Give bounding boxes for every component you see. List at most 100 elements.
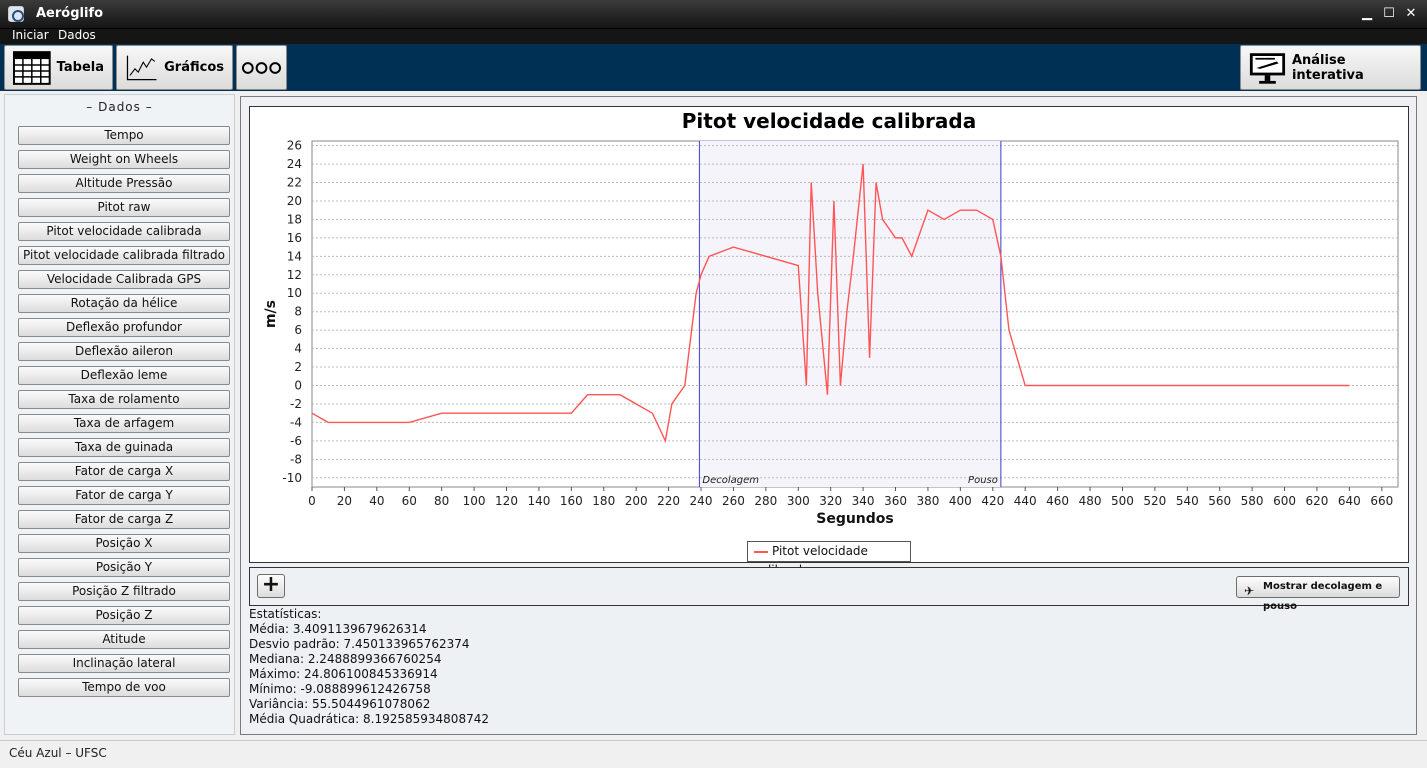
- x-tick-label: 520: [1143, 494, 1166, 508]
- y-tick-label: 14: [287, 249, 302, 263]
- close-button[interactable]: ✕: [1402, 5, 1420, 23]
- window-title: Aeróglifo: [36, 6, 104, 21]
- x-tick-label: 380: [916, 494, 939, 508]
- x-tick-label: 80: [434, 494, 449, 508]
- y-tick-label: 0: [294, 379, 302, 393]
- flight-band: [699, 141, 1001, 487]
- toolbar: Tabela Gráficos Análise interativa: [0, 44, 1427, 91]
- y-tick-label: 20: [287, 194, 302, 208]
- x-tick-label: 0: [308, 494, 316, 508]
- sidebar-item-23[interactable]: Tempo de voo: [18, 678, 230, 697]
- stats-header: Estatísticas:: [249, 607, 322, 621]
- x-tick-label: 340: [852, 494, 875, 508]
- menu-dados[interactable]: Dados: [58, 28, 96, 42]
- x-tick-label: 660: [1370, 494, 1393, 508]
- sidebar-list: Tempo Weight on Wheels Altitude Pressão Pit…: [18, 126, 231, 702]
- stat-desvio: Desvio padrão: 7.450133965762374: [249, 637, 470, 651]
- y-tick-label: -8: [290, 452, 302, 466]
- x-tick-label: 280: [754, 494, 777, 508]
- table-icon: [13, 50, 51, 85]
- stat-minimo: Mínimo: -9.088899612426758: [249, 682, 431, 696]
- x-tick-label: 60: [402, 494, 417, 508]
- sidebar-item-19[interactable]: Posição Z filtrado: [18, 582, 230, 601]
- sidebar-item-14[interactable]: Fator de carga X: [18, 462, 230, 481]
- y-tick-label: -2: [290, 397, 302, 411]
- main-panel: Pitot velocidade calibrada 26 24 22 20 18 16 1…: [240, 96, 1417, 735]
- x-tick-label: 260: [722, 494, 745, 508]
- maximize-button[interactable]: ☐: [1380, 5, 1398, 23]
- graficos-button[interactable]: Gráficos: [116, 45, 233, 90]
- analise-label: Análise interativa: [1291, 52, 1364, 83]
- sidebar-item-22[interactable]: Inclinação lateral: [18, 654, 230, 673]
- plane-icon: ✈: [1244, 584, 1255, 598]
- y-tick-label: 26: [287, 139, 302, 153]
- menu-bar: Iniciar Dados: [0, 28, 1427, 44]
- x-tick-label: 360: [884, 494, 907, 508]
- y-tick-label: -10: [282, 471, 302, 485]
- statistics-panel: Estatísticas: Média: 3.4091139679626314 …: [249, 607, 489, 727]
- add-chart-button[interactable]: +: [257, 574, 285, 598]
- sidebar-item-5[interactable]: Pitot velocidade calibrada filtrado: [18, 246, 230, 265]
- x-tick-label: 400: [949, 494, 972, 508]
- sidebar-item-7[interactable]: Rotação da hélice: [18, 294, 230, 313]
- sidebar-item-21[interactable]: Atitude: [18, 630, 230, 649]
- sidebar-item-1[interactable]: Weight on Wheels: [18, 150, 230, 169]
- x-tick-label: 440: [1014, 494, 1037, 508]
- y-axis-label: m/s: [263, 300, 279, 328]
- stat-variancia: Variância: 55.5044961078062: [249, 697, 431, 711]
- sidebar-item-20[interactable]: Posição Z: [18, 606, 230, 625]
- sidebar-item-9[interactable]: Deflexão aileron: [18, 342, 230, 361]
- y-tick-label: 22: [287, 176, 302, 190]
- y-tick-label: -6: [290, 434, 302, 448]
- sidebar-item-3[interactable]: Pitot raw: [18, 198, 230, 217]
- analise-interativa-button[interactable]: Análise interativa: [1240, 45, 1421, 90]
- sidebar-item-18[interactable]: Posição Y: [18, 558, 230, 577]
- x-tick-label: 480: [1079, 494, 1102, 508]
- x-tick-label: 320: [819, 494, 842, 508]
- show-takeoff-label: Mostrar decolagem e pouso: [1263, 581, 1383, 612]
- y-tick-label: -4: [290, 415, 302, 429]
- y-tick-label: 10: [287, 286, 302, 300]
- sidebar-item-13[interactable]: Taxa de guinada: [18, 438, 230, 457]
- x-tick-label: 560: [1208, 494, 1231, 508]
- sidebar-item-4[interactable]: Pitot velocidade calibrada: [18, 222, 230, 241]
- x-tick-label: 160: [560, 494, 583, 508]
- data-sidebar: – Dados – Tempo Weight on Wheels Altitude …: [4, 94, 235, 735]
- sidebar-item-16[interactable]: Fator de carga Z: [18, 510, 230, 529]
- sidebar-item-11[interactable]: Taxa de rolamento: [18, 390, 230, 409]
- y-tick-label: 4: [294, 342, 302, 356]
- x-tick-label: 240: [690, 494, 713, 508]
- x-tick-label: 600: [1273, 494, 1296, 508]
- stat-maximo: Máximo: 24.806100845336914: [249, 667, 438, 681]
- status-bar: Céu Azul – UFSC: [0, 740, 1427, 768]
- status-text: Céu Azul – UFSC: [9, 746, 107, 760]
- x-tick-label: 640: [1338, 494, 1361, 508]
- stat-quadratica: Média Quadrática: 8.192585934808742: [249, 712, 489, 726]
- chart-legend: Pitot velocidade calibrada: [747, 541, 911, 577]
- x-tick-label: 120: [495, 494, 518, 508]
- tabela-button[interactable]: Tabela: [4, 45, 113, 90]
- show-takeoff-landing-button[interactable]: ✈ Mostrar decolagem e pouso: [1236, 576, 1400, 612]
- sidebar-item-8[interactable]: Deflexão profundor: [18, 318, 230, 337]
- minimize-button[interactable]: ▁: [1358, 5, 1376, 23]
- menu-iniciar[interactable]: Iniciar: [12, 28, 49, 42]
- sidebar-item-12[interactable]: Taxa de arfagem: [18, 414, 230, 433]
- sidebar-item-0[interactable]: Tempo: [18, 126, 230, 145]
- more-icon: [241, 61, 282, 74]
- y-tick-label: 18: [287, 212, 302, 226]
- annotation-label: Pouso: [968, 475, 998, 486]
- monitor-plane-icon: [1249, 52, 1286, 84]
- chart-panel: Pitot velocidade calibrada 26 24 22 20 18 16 1…: [249, 106, 1409, 577]
- x-tick-label: 200: [625, 494, 648, 508]
- sidebar-item-17[interactable]: Posição X: [18, 534, 230, 553]
- sidebar-item-2[interactable]: Altitude Pressão: [18, 174, 230, 193]
- more-button[interactable]: [236, 45, 287, 90]
- x-tick-label: 420: [981, 494, 1004, 508]
- sidebar-item-10[interactable]: Deflexão leme: [18, 366, 230, 385]
- y-tick-label: 2: [294, 360, 302, 374]
- graficos-label: Gráficos: [164, 60, 224, 75]
- sidebar-item-6[interactable]: Velocidade Calibrada GPS: [18, 270, 230, 289]
- sidebar-item-15[interactable]: Fator de carga Y: [18, 486, 230, 505]
- x-tick-label: 40: [369, 494, 384, 508]
- y-tick-label: 8: [294, 305, 302, 319]
